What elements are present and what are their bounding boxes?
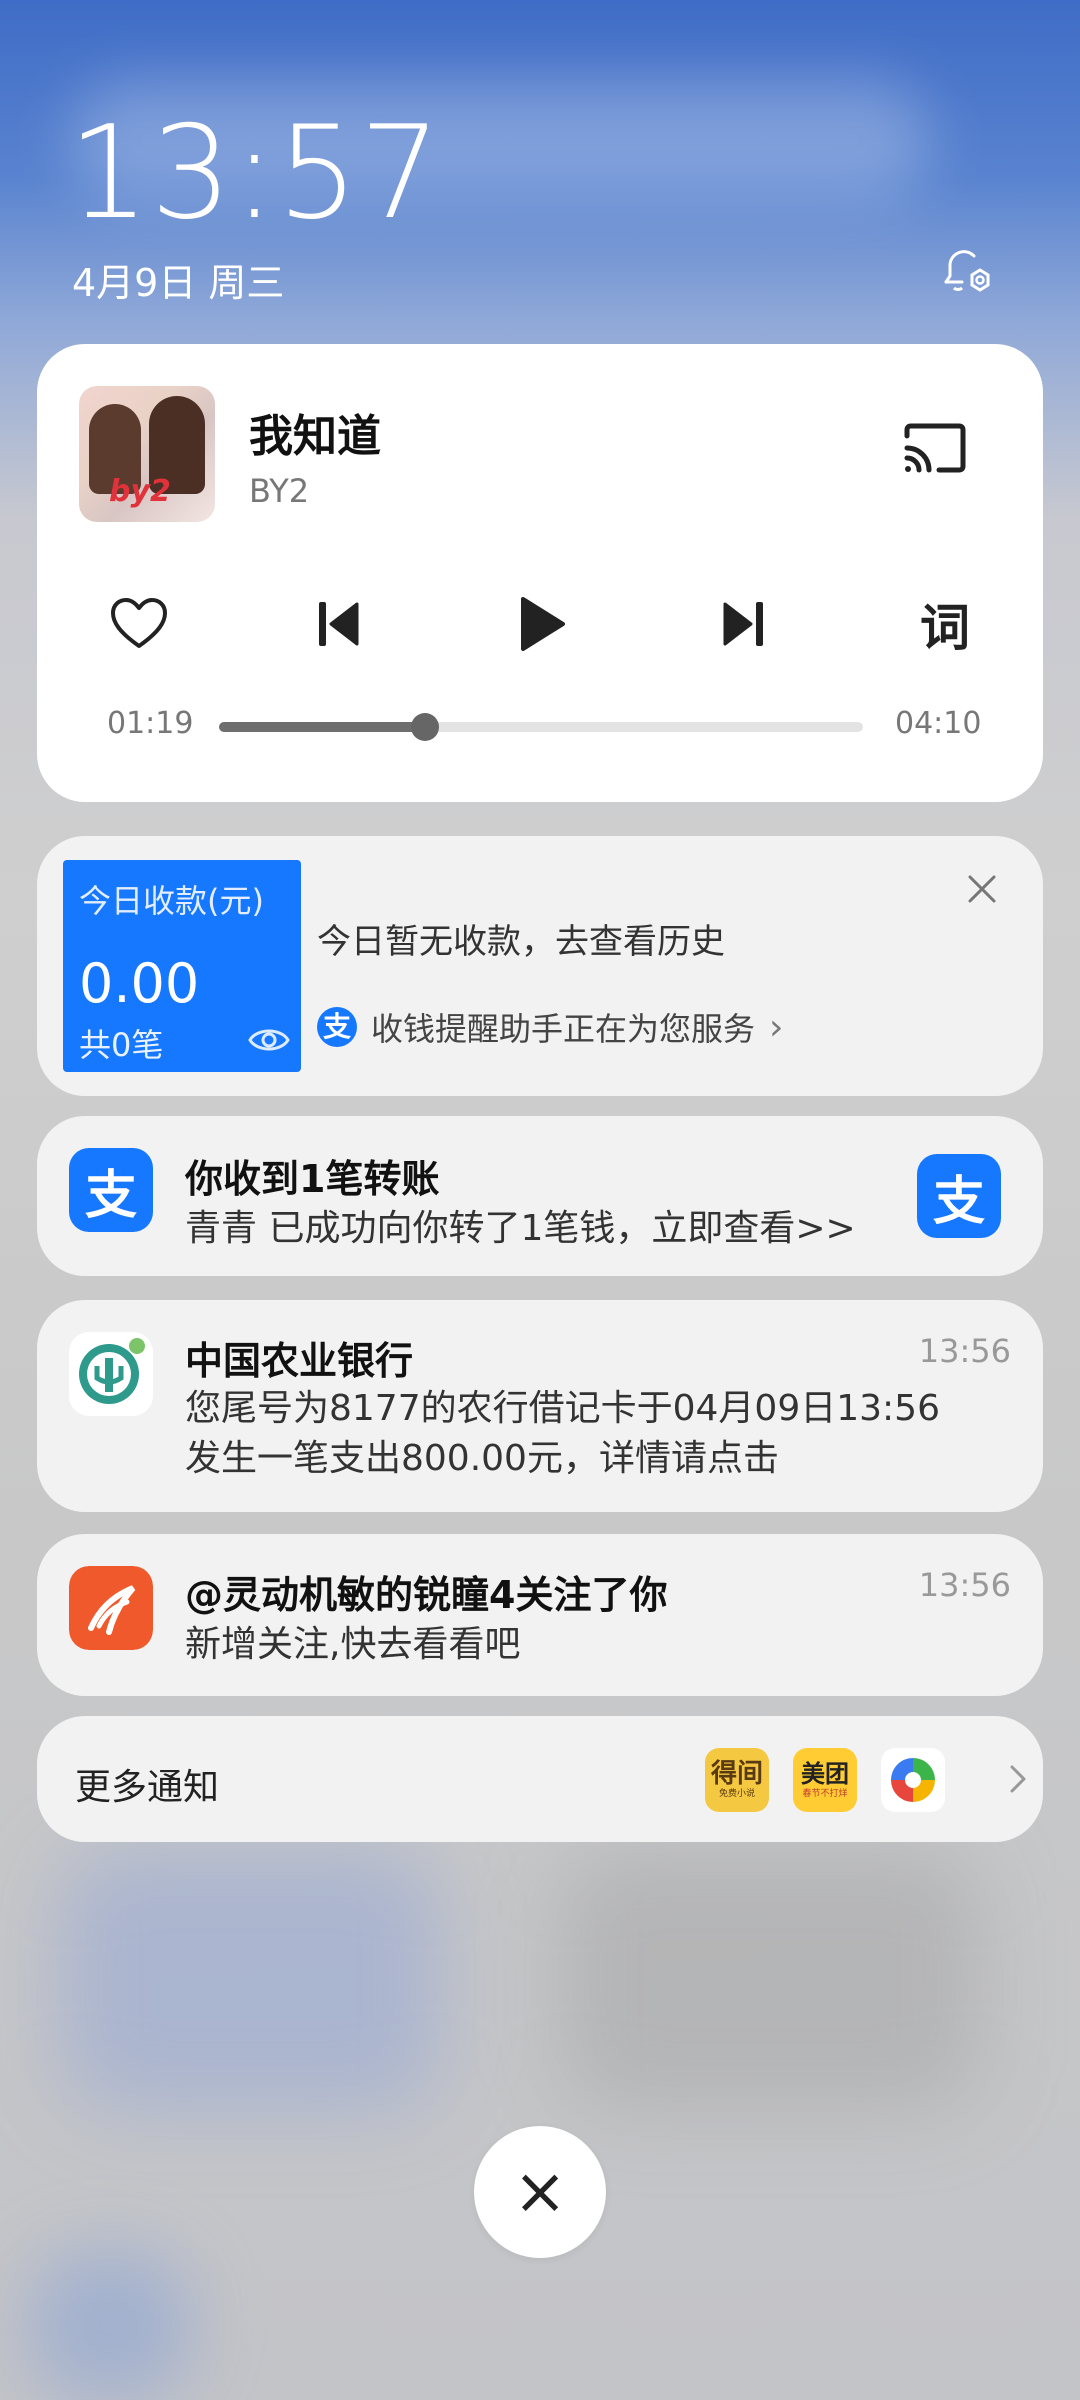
assistant-text: 收钱提醒助手正在为您服务 (371, 1010, 756, 1048)
background-blur (560, 1850, 980, 2110)
notification-time: 13:56 (918, 1332, 1011, 1370)
album-cover-logo: by2 (109, 474, 171, 509)
notification-follow[interactable]: @灵动机敏的锐瞳4关注了你 13:56 新增关注,快去看看吧 (37, 1534, 1043, 1696)
song-artist: BY2 (249, 472, 310, 510)
lockscreen-date: 4月9日 周三 (72, 261, 285, 305)
notification-bank[interactable]: 中国农业银行 13:56 您尾号为8177的农行借记卡于04月09日13:56 … (37, 1300, 1043, 1512)
more-notifications-bar[interactable]: 更多通知 得间 免费小说 美团 春节不打烊 (37, 1716, 1043, 1842)
cast-icon[interactable] (899, 420, 969, 480)
play-button[interactable] (501, 584, 581, 664)
music-player-card[interactable]: by2 我知道 BY2 词 01:19 04:10 (37, 344, 1043, 802)
lyrics-button[interactable]: 词 (905, 584, 985, 664)
chevron-right-icon: › (769, 1006, 784, 1048)
notification-body-line2: 发生一笔支出800.00元，详情请点击 (185, 1438, 779, 1479)
alipay-app-icon: 支 (69, 1148, 153, 1232)
social-app-icon (69, 1566, 153, 1650)
today-income-count: 共0笔 (79, 1026, 164, 1064)
notification-title: @灵动机敏的锐瞳4关注了你 (185, 1573, 668, 1617)
favorite-button[interactable] (99, 584, 179, 664)
play-icon (521, 597, 565, 651)
notification-body-line1: 您尾号为8177的农行借记卡于04月09日13:56 (185, 1388, 940, 1429)
progress-slider[interactable] (219, 713, 863, 741)
browser-app-icon (881, 1748, 945, 1812)
dewen-app-icon: 得间 免费小说 (705, 1748, 769, 1812)
payment-summary-card[interactable]: 今日收款(元) 0.00 共0笔 今日暂无收款，去查看历史 支 收钱提醒助手正在… (37, 836, 1043, 1096)
notification-title: 中国农业银行 (185, 1339, 414, 1383)
close-icon[interactable] (965, 872, 999, 906)
assistant-link[interactable]: 支 收钱提醒助手正在为您服务 › (317, 1004, 783, 1050)
next-button[interactable] (703, 584, 783, 664)
notification-body: 青青 已成功向你转了1笔钱，立即查看>> (185, 1208, 856, 1249)
album-cover[interactable]: by2 (79, 386, 215, 522)
song-title: 我知道 (249, 411, 381, 462)
skip-next-icon (723, 602, 763, 646)
meituan-app-icon: 美团 春节不打烊 (793, 1748, 857, 1812)
progress-fill (219, 722, 426, 732)
elapsed-time: 01:19 (107, 706, 194, 741)
no-income-message[interactable]: 今日暂无收款，去查看历史 (317, 914, 725, 963)
total-time: 04:10 (895, 706, 982, 741)
close-icon: × (513, 2155, 567, 2229)
today-income-label: 今日收款(元) (79, 882, 264, 920)
alipay-icon: 支 (317, 1007, 357, 1047)
skip-previous-icon (319, 602, 359, 646)
background-blur (60, 1850, 440, 2110)
clear-notifications-button[interactable]: × (474, 2126, 606, 2258)
chevron-right-icon[interactable] (1007, 1762, 1029, 1796)
today-income-amount: 0.00 (79, 952, 200, 1015)
notification-body: 新增关注,快去看看吧 (185, 1624, 521, 1665)
background-blur (30, 2250, 190, 2400)
previous-button[interactable] (299, 584, 379, 664)
abc-bank-icon (69, 1332, 153, 1416)
notification-time: 13:56 (918, 1566, 1011, 1604)
eye-icon[interactable] (247, 1022, 291, 1058)
lockscreen-clock: 13:57 (68, 99, 442, 248)
notification-title: 你收到1笔转账 (185, 1157, 440, 1201)
more-notifications-label: 更多通知 (75, 1767, 220, 1808)
today-income-box[interactable]: 今日收款(元) 0.00 共0笔 (63, 860, 301, 1072)
progress-handle[interactable] (411, 713, 440, 741)
notification-alipay-transfer[interactable]: 支 你收到1笔转账 青青 已成功向你转了1笔钱，立即查看>> 支 (37, 1116, 1043, 1276)
heart-icon (111, 598, 167, 648)
alipay-thumbnail-icon: 支 (917, 1154, 1001, 1238)
notification-settings-icon[interactable] (936, 242, 994, 300)
